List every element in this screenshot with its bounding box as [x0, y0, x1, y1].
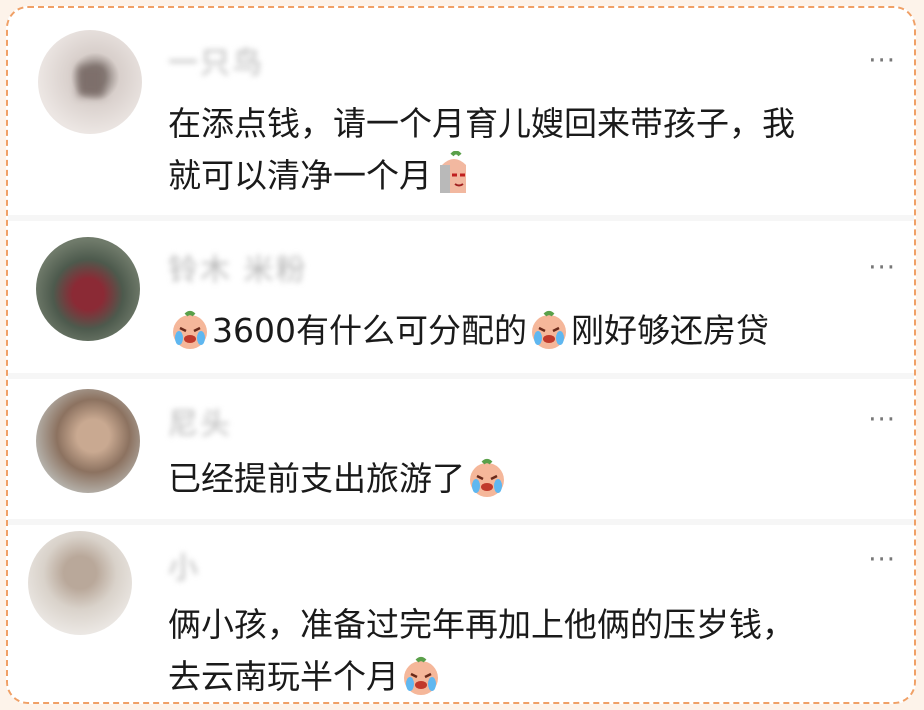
comment-text: 在添点钱，请一个月育儿嫂回来带孩子，我 就可以清净一个月: [168, 98, 888, 210]
crying-face-emoji: [467, 458, 507, 513]
comments-frame: 一只鸟 ··· 在添点钱，请一个月育儿嫂回来带孩子，我 就可以清净一个月 铃木 …: [6, 6, 916, 704]
avatar[interactable]: [28, 531, 132, 635]
avatar[interactable]: [38, 30, 142, 134]
username[interactable]: 小: [168, 543, 200, 587]
more-options-icon[interactable]: ···: [868, 255, 896, 281]
username[interactable]: 尼头: [168, 399, 232, 443]
more-options-icon[interactable]: ···: [868, 48, 896, 74]
comment-text: 3600有什么可分配的 刚好够还房贷: [168, 305, 888, 365]
comment-item: 小 ··· 俩小孩，准备过完年再加上他俩的压岁钱， 去云南玩半个月: [8, 519, 914, 702]
username[interactable]: 一只鸟: [168, 38, 264, 82]
sly-face-emoji: [434, 150, 474, 210]
comment-text: 俩小孩，准备过完年再加上他俩的压岁钱， 去云南玩半个月: [168, 599, 888, 702]
username[interactable]: 铃木 米粉: [168, 245, 308, 289]
more-options-icon[interactable]: ···: [868, 547, 896, 573]
comment-item: 铃木 米粉 ··· 3600有什么可分配的 刚好够还房贷: [8, 215, 914, 373]
crying-face-emoji: [529, 310, 569, 365]
comment-item: 一只鸟 ··· 在添点钱，请一个月育儿嫂回来带孩子，我 就可以清净一个月: [8, 8, 914, 215]
comment-text: 已经提前支出旅游了: [168, 453, 888, 513]
more-options-icon[interactable]: ···: [868, 407, 896, 433]
crying-face-emoji: [170, 310, 210, 365]
comment-item: 尼头 ··· 已经提前支出旅游了: [8, 373, 914, 525]
avatar[interactable]: [36, 237, 140, 341]
avatar[interactable]: [36, 389, 140, 493]
crying-face-emoji: [401, 656, 441, 702]
